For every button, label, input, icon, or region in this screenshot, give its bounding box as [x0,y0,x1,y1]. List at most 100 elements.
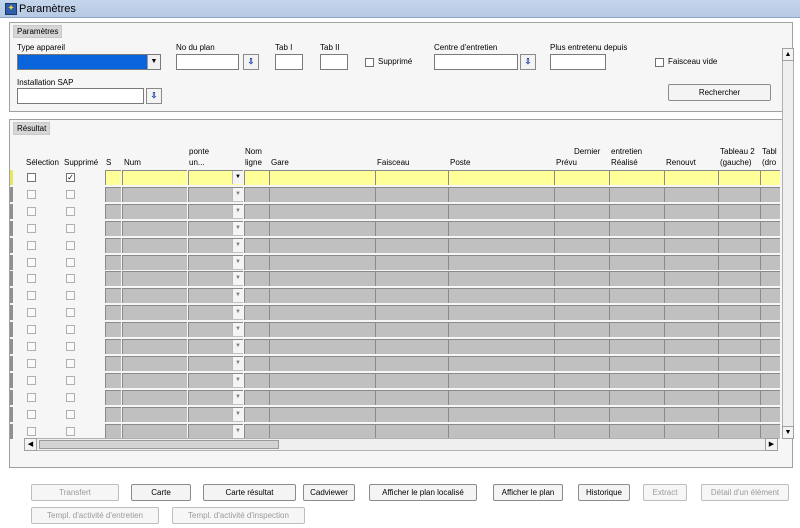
grid-cell[interactable] [269,170,375,185]
faisceau-vide-checkbox[interactable] [655,58,664,67]
table-row[interactable]: ▼ [0,372,782,388]
grid-cell[interactable] [760,221,780,236]
grid-cell[interactable] [269,288,375,303]
chevron-down-icon[interactable]: ▼ [232,188,243,201]
grid-cell[interactable] [609,221,664,236]
grid-cell[interactable] [122,339,187,354]
grid-cell[interactable] [554,322,609,337]
grid-cell[interactable] [760,356,780,371]
grid-cell[interactable] [609,238,664,253]
templ-entretien-button[interactable]: Templ. d'activité d'entretien [31,507,159,524]
grid-cell[interactable]: ▼ [188,339,243,354]
grid-cell[interactable] [718,339,760,354]
grid-cell[interactable] [244,288,269,303]
grid-cell[interactable] [375,238,448,253]
grid-cell[interactable] [375,390,448,405]
grid-cell[interactable] [609,356,664,371]
afficher-plan-localise-button[interactable]: Afficher le plan localisé [369,484,477,501]
grid-cell[interactable] [664,204,719,219]
table-row[interactable]: ▼ [0,237,782,253]
grid-cell[interactable] [122,288,187,303]
grid-cell[interactable] [718,390,760,405]
chevron-down-icon[interactable]: ▼ [232,239,243,252]
grid-cell[interactable] [554,255,609,270]
templ-inspection-button[interactable]: Templ. d'activité d'inspection [172,507,305,524]
grid-cell[interactable] [122,305,187,320]
grid-cell[interactable] [448,322,554,337]
grid-cell[interactable] [664,255,719,270]
grid-cell[interactable] [760,322,780,337]
grid-cell[interactable] [105,288,121,303]
selection-checkbox[interactable] [27,308,36,317]
horizontal-scrollbar[interactable]: ◀ ▶ [24,438,778,451]
table-row[interactable]: ▼ [0,355,782,371]
supprime-row-checkbox[interactable] [66,207,75,216]
table-row[interactable]: ▼ [0,287,782,303]
chevron-down-icon[interactable]: ▼ [232,340,243,353]
selection-checkbox[interactable] [27,207,36,216]
grid-cell[interactable] [269,187,375,202]
grid-cell[interactable]: ▼ [188,356,243,371]
supprime-row-checkbox[interactable] [66,291,75,300]
grid-cell[interactable] [269,407,375,422]
table-row[interactable]: ▼ [0,203,782,219]
grid-cell[interactable] [448,407,554,422]
table-row[interactable]: ▼ [0,406,782,422]
grid-cell[interactable] [269,238,375,253]
grid-cell[interactable] [244,221,269,236]
grid-cell[interactable] [760,238,780,253]
arrow-up-icon[interactable]: ▲ [782,48,794,61]
grid-cell[interactable] [448,187,554,202]
tab2-input[interactable] [320,54,348,70]
grid-cell[interactable] [609,271,664,286]
grid-cell[interactable] [105,238,121,253]
carte-resultat-button[interactable]: Carte résultat [203,484,296,501]
selection-checkbox[interactable] [27,359,36,368]
arrow-right-icon[interactable]: ▶ [765,438,778,451]
supprime-row-checkbox[interactable] [66,274,75,283]
chevron-down-icon[interactable]: ▼ [232,306,243,319]
grid-cell[interactable] [760,271,780,286]
supprime-row-checkbox[interactable] [66,376,75,385]
afficher-plan-button[interactable]: Afficher le plan [493,484,563,501]
grid-cell[interactable] [105,339,121,354]
grid-cell[interactable] [718,322,760,337]
grid-cell[interactable] [244,255,269,270]
chevron-down-icon[interactable]: ▼ [147,55,160,69]
chevron-down-icon[interactable]: ▼ [232,425,243,438]
grid-cell[interactable] [718,238,760,253]
grid-cell[interactable] [375,187,448,202]
table-row[interactable]: ▼ [0,270,782,286]
download-arrow-icon[interactable]: ⇩ [243,54,259,70]
grid-cell[interactable] [448,255,554,270]
grid-cell[interactable] [664,187,719,202]
selection-checkbox[interactable] [27,190,36,199]
chevron-down-icon[interactable]: ▼ [232,357,243,370]
grid-cell[interactable] [609,255,664,270]
grid-cell[interactable] [609,305,664,320]
grid-cell[interactable] [244,170,269,185]
grid-cell[interactable] [105,305,121,320]
grid-cell[interactable] [664,373,719,388]
grid-cell[interactable] [375,288,448,303]
grid-cell[interactable]: ▼ [188,390,243,405]
grid-cell[interactable] [609,407,664,422]
grid-cell[interactable] [664,356,719,371]
grid-cell[interactable] [664,390,719,405]
chevron-down-icon[interactable]: ▼ [232,256,243,269]
grid-cell[interactable] [760,288,780,303]
grid-cell[interactable] [718,373,760,388]
grid-cell[interactable]: ▼ [188,271,243,286]
grid-cell[interactable] [244,238,269,253]
grid-cell[interactable] [760,390,780,405]
plus-entretenu-input[interactable] [550,54,606,70]
grid-cell[interactable] [554,407,609,422]
grid-cell[interactable] [448,305,554,320]
grid-cell[interactable] [105,170,121,185]
grid-cell[interactable] [375,356,448,371]
grid-cell[interactable] [554,288,609,303]
supprime-row-checkbox[interactable] [66,427,75,436]
grid-cell[interactable] [448,373,554,388]
grid-cell[interactable] [122,170,187,185]
table-row[interactable]: ▼ [0,254,782,270]
